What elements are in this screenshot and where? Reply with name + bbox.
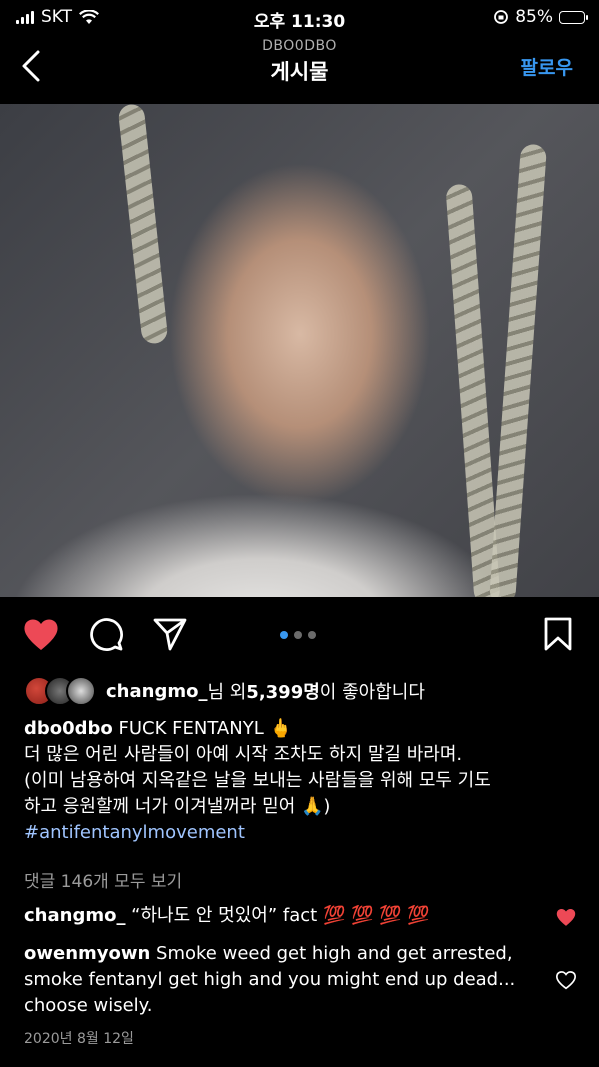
likes-suffix: 이 좋아합니다 bbox=[319, 682, 425, 703]
comment-item: owenmyown Smoke weed get high and get ar… bbox=[24, 941, 544, 1019]
page-title: 게시물 bbox=[270, 60, 329, 84]
follow-button[interactable]: 팔로우 bbox=[521, 53, 573, 80]
nav-header: DBO0DBO 게시물 팔로우 bbox=[0, 36, 599, 104]
rotation-lock-icon bbox=[494, 10, 509, 24]
likes-middle: 님 외 bbox=[207, 682, 247, 703]
braid-right bbox=[445, 183, 501, 597]
battery-icon bbox=[559, 10, 588, 24]
caption-line4: 하고 응원할께 너가 이겨낼꺼라 믿어 🙏) bbox=[24, 796, 331, 817]
heart-filled-icon[interactable] bbox=[555, 907, 577, 927]
likes-row[interactable]: changmo_ 님 외 5,399명 이 좋아합니다 bbox=[24, 676, 425, 706]
caption-line2: 더 많은 어린 사람들이 아예 시작 조차도 하지 말길 바라며. bbox=[24, 744, 463, 765]
heart-outline-icon[interactable] bbox=[555, 970, 577, 990]
account-name: DBO0DBO bbox=[262, 38, 337, 54]
likes-count[interactable]: 5,399명 bbox=[246, 678, 320, 704]
carousel-indicator bbox=[280, 631, 316, 639]
avatar bbox=[66, 676, 96, 706]
view-all-comments-link[interactable]: 댓글 146개 모두 보기 bbox=[24, 867, 182, 892]
comment-user[interactable]: changmo_ bbox=[24, 905, 125, 926]
nav-titles: DBO0DBO 게시물 bbox=[0, 38, 599, 86]
comment-item: changmo_ “하나도 안 멋있어” fact 💯 💯 💯 💯 bbox=[24, 903, 544, 929]
caption-line1: FUCK FENTANYL 🖕 bbox=[112, 718, 292, 739]
bookmark-icon[interactable] bbox=[543, 616, 573, 652]
caption-hashtag[interactable]: #antifentanylmovement bbox=[24, 820, 584, 846]
liker-avatars bbox=[24, 676, 96, 706]
comment-text: “하나도 안 멋있어” fact 💯 💯 💯 💯 bbox=[125, 905, 430, 926]
action-bar bbox=[0, 611, 599, 661]
comment-icon[interactable] bbox=[88, 616, 124, 652]
caption-user[interactable]: dbo0dbo bbox=[24, 718, 113, 739]
post-screen: SKT 오후 11:30 85% DBO0DBO 게시물 팔로우 changmo… bbox=[0, 0, 599, 1067]
caption-line3: (이미 남용하여 지옥같은 날을 보내는 사람들을 위해 모두 기도 bbox=[24, 770, 491, 791]
share-icon[interactable] bbox=[152, 616, 188, 652]
post-date: 2020년 8월 12일 bbox=[24, 1031, 134, 1047]
post-media[interactable] bbox=[0, 104, 599, 597]
braid-right-2 bbox=[488, 143, 548, 597]
comment-user[interactable]: owenmyown bbox=[24, 943, 150, 964]
likes-user[interactable]: changmo_ bbox=[106, 681, 207, 702]
heart-filled-icon[interactable] bbox=[22, 616, 60, 652]
battery-percent: 85% bbox=[515, 7, 553, 27]
status-bar: SKT 오후 11:30 85% bbox=[0, 0, 599, 36]
braid-left bbox=[117, 104, 169, 345]
post-caption: dbo0dbo FUCK FENTANYL 🖕 더 많은 어린 사람들이 아예 … bbox=[24, 716, 584, 846]
